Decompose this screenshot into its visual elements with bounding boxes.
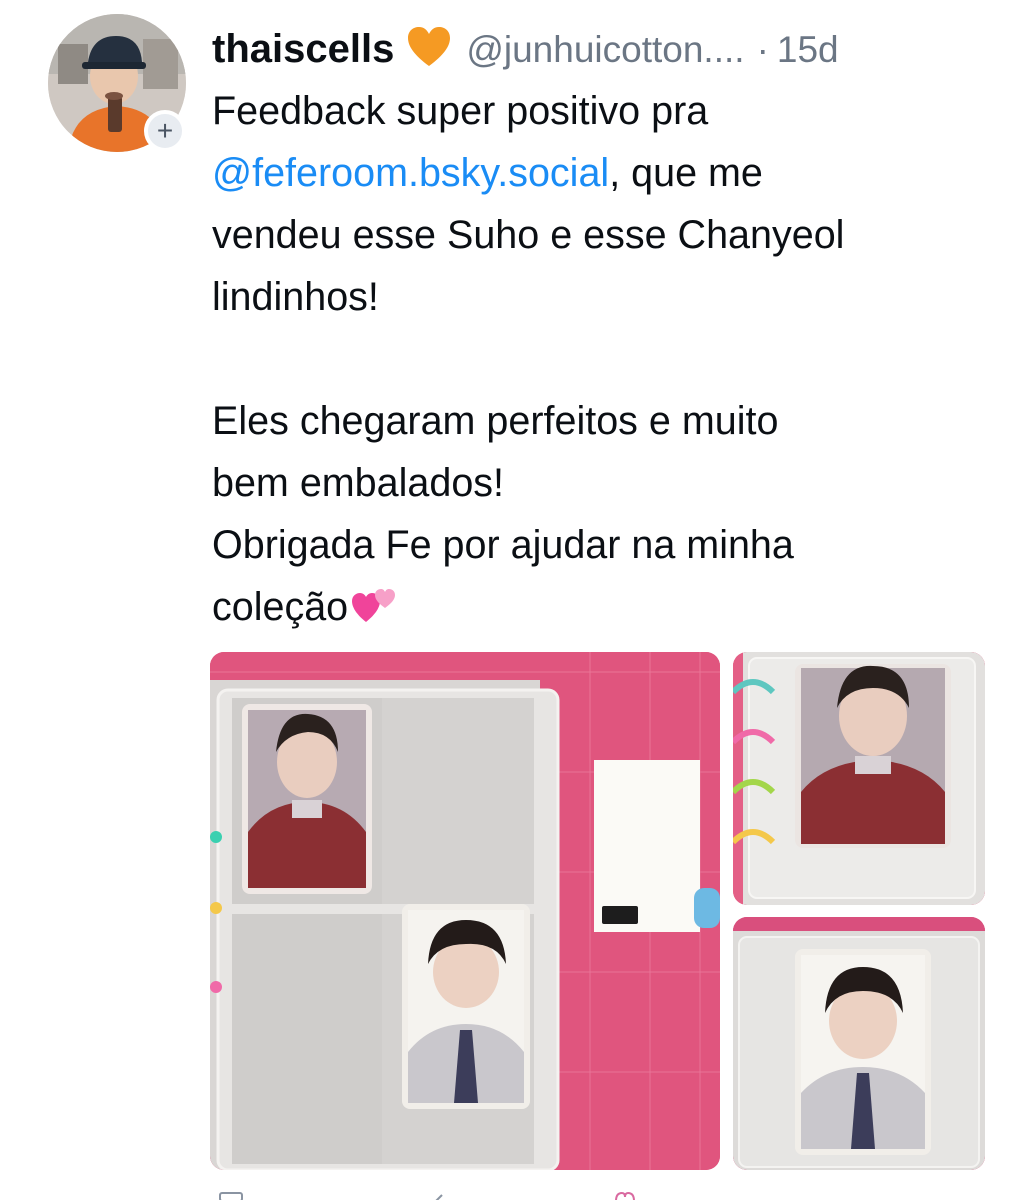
photo-suho-card[interactable] <box>733 652 985 905</box>
text-line: Feedback super positivo pra <box>212 89 709 133</box>
text-fragment: , que me <box>609 151 763 195</box>
text-line: @feferoom.bsky.social, que me <box>212 142 1002 204</box>
text-line: Eles chegaram perfeitos e muito <box>212 399 779 443</box>
separator: · <box>756 29 769 70</box>
media-gallery <box>210 652 985 1172</box>
text-fragment: coleção <box>212 585 349 629</box>
timestamp[interactable]: 15d <box>777 29 839 71</box>
post-header: thaiscells @junhuicotton.... · 15d <box>212 20 1002 74</box>
two-hearts-icon <box>352 582 398 622</box>
photo-binder[interactable] <box>210 652 720 1170</box>
follow-button[interactable]: + <box>144 110 186 152</box>
display-name[interactable]: thaiscells <box>212 27 394 72</box>
photo-chanyeol-card[interactable] <box>733 917 985 1170</box>
post[interactable]: + thaiscells @junhuicotton.... · 15d Fee… <box>0 0 1025 1200</box>
repost-icon[interactable] <box>432 1188 458 1200</box>
post-text: Feedback super positivo pra @feferoom.bs… <box>212 80 1002 638</box>
handle[interactable]: @junhuicotton.... <box>466 29 744 71</box>
action-bar <box>212 1188 1002 1200</box>
like-icon[interactable] <box>612 1188 638 1200</box>
text-line: bem embalados! <box>212 461 505 505</box>
mention-link[interactable]: @feferoom.bsky.social <box>212 151 609 195</box>
text-line: lindinhos! <box>212 275 379 319</box>
text-line: coleção <box>212 576 1002 638</box>
text-line: vendeu esse Suho e esse Chanyeol <box>212 213 845 257</box>
orange-heart-icon <box>406 26 452 68</box>
reply-icon[interactable] <box>218 1188 244 1200</box>
avatar[interactable]: + <box>48 14 186 152</box>
text-line: Obrigada Fe por ajudar na minha <box>212 523 794 567</box>
